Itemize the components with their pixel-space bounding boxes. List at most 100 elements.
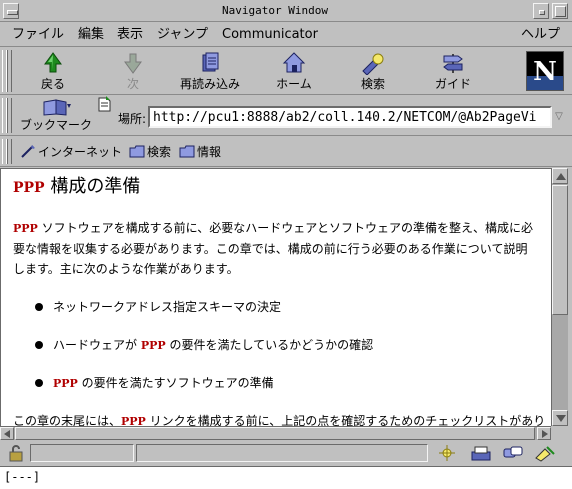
down-arrow-icon (556, 415, 566, 422)
list-item: ハードウェアが PPP の要件を満たしているかどうかの確認 (13, 335, 539, 355)
menu-communicator[interactable]: Communicator (222, 27, 318, 43)
menu-edit[interactable]: 編集 (78, 27, 104, 43)
list-item-ppp: PPP (53, 377, 78, 390)
list-item-ppp: PPP (140, 339, 166, 352)
location-label: 場所: (118, 112, 147, 126)
right-arrow-icon (542, 430, 548, 438)
search-button[interactable]: 検索 (338, 51, 408, 93)
list-item-text: の要件を満たしているかどうかの確認 (165, 338, 374, 352)
discussions-component-icon[interactable] (502, 444, 524, 462)
location-dropdown-icon[interactable]: ▽ (552, 108, 566, 126)
folder-icon (179, 145, 195, 158)
horizontal-scrollbar[interactable] (0, 426, 551, 440)
netscape-logo[interactable]: N (526, 51, 564, 91)
netscape-n-icon: N (533, 57, 557, 87)
window-menu-button[interactable] (3, 3, 19, 19)
list-item: PPP の要件を満たすソフトウェアの準備 (13, 373, 539, 393)
list-item-text: の要件を満たすソフトウェアの準備 (77, 376, 274, 390)
personal-item-search-label: 検索 (147, 145, 172, 159)
location-toolbar: ブックマーク 場所: ▽ (0, 96, 572, 136)
guide-label: ガイド (434, 77, 471, 91)
page-proxy-icon[interactable] (96, 96, 112, 112)
page-content: PPP 構成の準備 PPP ソフトウェアを構成する前に、必要なハードウェアとソフ… (0, 168, 551, 426)
list-item-text: ネットワークアドレス指定スキーマの決定 (53, 300, 282, 314)
personal-item-internet-label: インターネット (38, 145, 123, 159)
vertical-scrollbar[interactable] (551, 168, 568, 426)
bullet-icon (35, 341, 43, 349)
home-label: ホーム (276, 77, 312, 91)
menu-jump[interactable]: ジャンプ (157, 27, 208, 43)
navigation-toolbar: 戻る 次 再読み込み ホーム 検索 ガイド N (0, 48, 572, 95)
security-lock-icon[interactable] (6, 444, 26, 462)
heading-text: 構成の準備 (44, 176, 141, 197)
bookmarks-icon (43, 99, 71, 116)
status-bar (0, 441, 572, 465)
scroll-up-button[interactable] (552, 168, 568, 184)
personal-item-info-label: 情報 (197, 145, 222, 159)
menu-bar: ファイル 編集 表示 ジャンプ Communicator ヘルプ (0, 23, 572, 47)
menu-view[interactable]: 表示 (117, 27, 143, 43)
intro-ppp: PPP (13, 222, 38, 235)
closing-text: この章の末尾には、 (13, 414, 122, 426)
reload-button[interactable]: 再読み込み (175, 51, 245, 93)
folder-icon (129, 145, 145, 158)
home-button[interactable]: ホーム (259, 51, 329, 93)
window-title: Navigator Window (222, 4, 328, 17)
minimize-button[interactable] (533, 3, 549, 19)
horizontal-scroll-thumb[interactable] (15, 427, 535, 440)
task-list: ネットワークアドレス指定スキーマの決定 ハードウェアが PPP の要件を満たして… (13, 297, 539, 393)
personal-item-internet[interactable]: インターネット (20, 144, 122, 160)
composer-component-icon[interactable] (534, 444, 556, 462)
reload-label: 再読み込み (179, 77, 240, 91)
scrollbar-corner (551, 426, 568, 440)
closing-paragraph: この章の末尾には、PPP リンクを構成する前に、上記の点を確認するためのチェック… (13, 411, 545, 426)
home-icon (282, 52, 306, 73)
toolbar-grip[interactable] (2, 139, 12, 164)
progress-bar (30, 444, 134, 462)
closing-text: リンクを構成する前に、上記の点を確認するためのチェックリストがあり (145, 414, 546, 426)
vertical-scroll-thumb[interactable] (552, 185, 568, 315)
closing-ppp: PPP (121, 415, 146, 426)
search-label: 検索 (360, 77, 385, 91)
maximize-button[interactable] (552, 3, 568, 19)
personal-item-search[interactable]: 検索 (129, 144, 171, 160)
bullet-icon (35, 303, 43, 311)
bullet-icon (35, 379, 43, 387)
mail-component-icon[interactable] (470, 444, 492, 462)
menu-file[interactable]: ファイル (12, 27, 64, 43)
back-button[interactable]: 戻る (18, 51, 88, 93)
navigator-component-icon[interactable] (436, 444, 458, 462)
link-pen-icon (21, 145, 35, 158)
forward-button[interactable]: 次 (98, 51, 168, 93)
command-line: [---] (0, 466, 572, 489)
location-url-input[interactable] (148, 106, 552, 128)
intro-paragraph: PPP ソフトウェアを構成する前に、必要なハードウェアとソフトウェアの準備を整え… (13, 218, 539, 279)
back-label: 戻る (40, 77, 65, 91)
heading-ppp: PPP (13, 180, 45, 196)
status-text (136, 444, 428, 462)
personal-item-info[interactable]: 情報 (179, 144, 221, 160)
forward-arrow-icon (124, 53, 142, 74)
guide-button[interactable]: ガイド (418, 51, 488, 93)
up-arrow-icon (556, 173, 566, 180)
personal-toolbar: インターネット 検索 情報 (0, 137, 572, 167)
menu-help[interactable]: ヘルプ (521, 27, 560, 43)
scroll-right-button[interactable] (537, 427, 551, 440)
search-flashlight-icon (362, 53, 384, 75)
bookmarks-label: ブックマーク (19, 118, 92, 132)
list-item: ネットワークアドレス指定スキーマの決定 (13, 297, 539, 317)
forward-label: 次 (126, 77, 139, 91)
bookmarks-button[interactable]: ブックマーク (16, 98, 96, 134)
scroll-left-button[interactable] (0, 427, 14, 440)
toolbar-grip[interactable] (2, 50, 12, 92)
list-item-text: ハードウェアが (53, 338, 141, 352)
left-arrow-icon (4, 430, 10, 438)
title-bar: Navigator Window (0, 0, 572, 22)
scroll-down-button[interactable] (552, 410, 568, 426)
page-heading: PPP 構成の準備 (13, 175, 539, 200)
reload-icon (202, 52, 219, 72)
guide-signpost-icon (443, 54, 463, 73)
intro-text: ソフトウェアを構成する前に、必要なハードウェアとソフトウェアの準備を整え、構成に… (13, 221, 534, 276)
back-arrow-icon (44, 52, 62, 73)
toolbar-grip[interactable] (2, 98, 12, 133)
